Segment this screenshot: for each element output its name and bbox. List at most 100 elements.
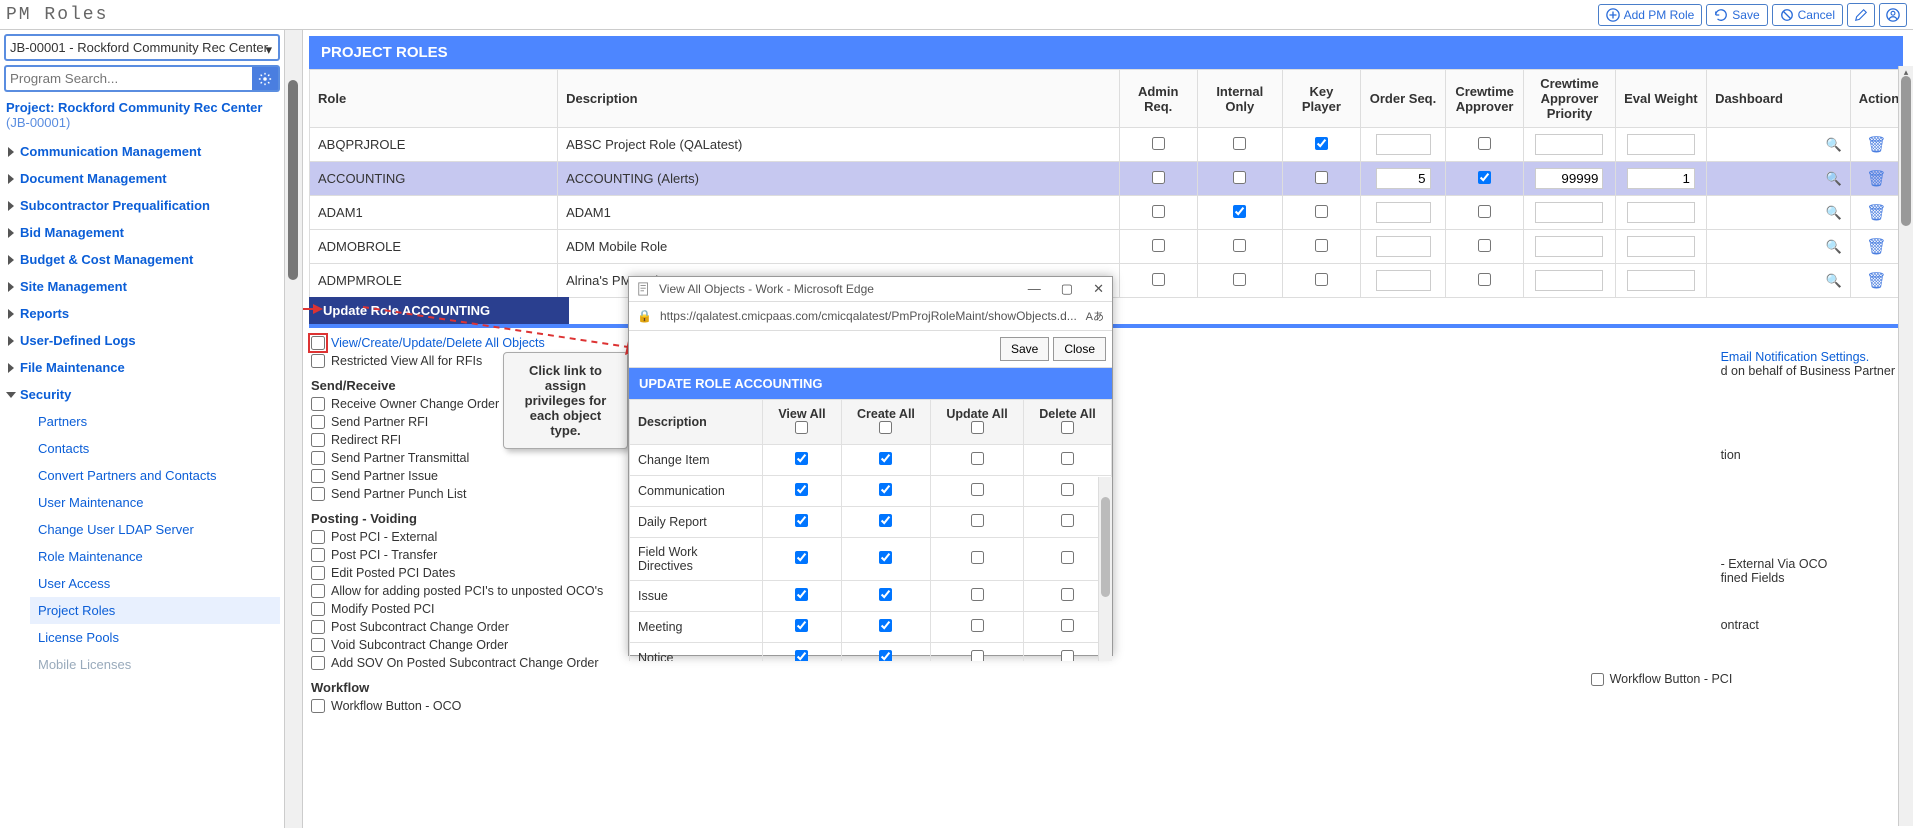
delete-row-button[interactable]: 🗑 [1866,171,1886,188]
row-checkbox[interactable] [1152,205,1165,218]
nav-item-site-management[interactable]: Site Management [4,273,280,300]
row-checkbox[interactable] [1315,239,1328,252]
row-input[interactable] [1376,236,1431,257]
row-checkbox[interactable] [1478,171,1491,184]
perm-checkbox[interactable] [311,487,325,501]
user-button[interactable] [1879,3,1907,27]
row-checkbox[interactable] [1152,239,1165,252]
priv-checkbox[interactable] [971,483,984,496]
priv-checkbox[interactable] [879,588,892,601]
popup-col-all-checkbox[interactable] [795,421,808,434]
scrollbar-thumb[interactable] [1101,497,1110,597]
popup-col-all-checkbox[interactable] [971,421,984,434]
perm-checkbox[interactable] [311,548,325,562]
subnav-user-access[interactable]: User Access [30,570,280,597]
row-checkbox[interactable] [1233,239,1246,252]
perm-checkbox[interactable] [311,699,325,713]
nav-item-communication-management[interactable]: Communication Management [4,138,280,165]
priv-checkbox[interactable] [971,588,984,601]
priv-checkbox[interactable] [879,619,892,632]
delete-row-button[interactable]: 🗑 [1866,239,1886,256]
close-icon[interactable]: ✕ [1093,281,1104,297]
project-selector[interactable]: JB-00001 - Rockford Community Rec Center… [4,34,280,61]
row-checkbox[interactable] [1315,137,1328,150]
row-input[interactable] [1627,168,1695,189]
priv-checkbox[interactable] [1061,452,1074,465]
priv-checkbox[interactable] [971,452,984,465]
cancel-button[interactable]: Cancel [1772,4,1843,26]
priv-checkbox[interactable] [971,650,984,661]
search-icon[interactable]: 🔍 [1826,171,1842,187]
nav-item-file-maintenance[interactable]: File Maintenance [4,354,280,381]
priv-checkbox[interactable] [1061,514,1074,527]
perm-checkbox[interactable] [311,433,325,447]
search-icon[interactable]: 🔍 [1826,205,1842,221]
popup-col-all-checkbox[interactable] [1061,421,1074,434]
row-checkbox[interactable] [1478,137,1491,150]
priv-checkbox[interactable] [795,619,808,632]
priv-checkbox[interactable] [795,588,808,601]
priv-checkbox[interactable] [1061,551,1074,564]
perm-checkbox[interactable] [311,638,325,652]
sidebar-scrollbar[interactable] [285,30,303,828]
priv-checkbox[interactable] [795,514,808,527]
row-checkbox[interactable] [1233,205,1246,218]
subnav-mobile-licenses[interactable]: Mobile Licenses [30,651,280,678]
row-input[interactable] [1627,236,1695,257]
row-checkbox[interactable] [1152,171,1165,184]
row-checkbox[interactable] [1315,273,1328,286]
priv-checkbox[interactable] [1061,588,1074,601]
workflow-pci-checkbox[interactable] [1591,673,1604,686]
nav-item-user-defined-logs[interactable]: User-Defined Logs [4,327,280,354]
row-checkbox[interactable] [1478,273,1491,286]
search-icon[interactable]: 🔍 [1826,273,1842,289]
table-row[interactable]: ADMOBROLEADM Mobile Role🔍🗑 [310,230,1903,264]
email-notification-link[interactable]: Email Notification Settings. [1721,350,1870,364]
perm-checkbox[interactable] [311,397,325,411]
priv-checkbox[interactable] [879,452,892,465]
priv-checkbox[interactable] [795,650,808,661]
perm-checkbox[interactable] [311,530,325,544]
perm-checkbox[interactable] [311,620,325,634]
priv-checkbox[interactable] [971,514,984,527]
edit-button[interactable] [1847,3,1875,27]
priv-checkbox[interactable] [879,650,892,661]
row-input[interactable] [1535,168,1603,189]
subnav-role-maintenance[interactable]: Role Maintenance [30,543,280,570]
nav-item-security[interactable]: Security [4,381,280,408]
table-row[interactable]: ADAM1ADAM1🔍🗑 [310,196,1903,230]
nav-item-reports[interactable]: Reports [4,300,280,327]
row-input[interactable] [1376,270,1431,291]
row-input[interactable] [1627,202,1695,223]
row-checkbox[interactable] [1478,239,1491,252]
row-input[interactable] [1376,202,1431,223]
search-icon[interactable]: 🔍 [1826,137,1842,153]
search-icon[interactable]: 🔍 [1826,239,1842,255]
priv-checkbox[interactable] [879,514,892,527]
row-input[interactable] [1627,134,1695,155]
save-button[interactable]: Save [1706,4,1767,26]
popup-close-button[interactable]: Close [1053,337,1106,361]
perm-checkbox[interactable] [311,566,325,580]
search-settings-button[interactable] [252,65,280,92]
scrollbar-thumb[interactable] [1901,76,1911,226]
nav-item-budget-cost-management[interactable]: Budget & Cost Management [4,246,280,273]
row-checkbox[interactable] [1315,171,1328,184]
table-row[interactable]: ABQPRJROLEABSC Project Role (QALatest)🔍🗑 [310,128,1903,162]
row-input[interactable] [1376,168,1431,189]
view-create-update-delete-all-checkbox[interactable] [311,336,325,350]
subnav-project-roles[interactable]: Project Roles [30,597,280,624]
restricted-view-rfi-checkbox[interactable] [311,354,325,368]
popup-scrollbar[interactable] [1098,477,1112,661]
subnav-contacts[interactable]: Contacts [30,435,280,462]
priv-checkbox[interactable] [795,551,808,564]
row-checkbox[interactable] [1315,205,1328,218]
row-checkbox[interactable] [1478,205,1491,218]
perm-checkbox[interactable] [311,602,325,616]
delete-row-button[interactable]: 🗑 [1866,137,1886,154]
row-checkbox[interactable] [1152,137,1165,150]
row-input[interactable] [1376,134,1431,155]
read-aloud-icon[interactable]: Aあ [1086,308,1104,324]
row-input[interactable] [1627,270,1695,291]
scrollbar-thumb[interactable] [288,80,298,280]
